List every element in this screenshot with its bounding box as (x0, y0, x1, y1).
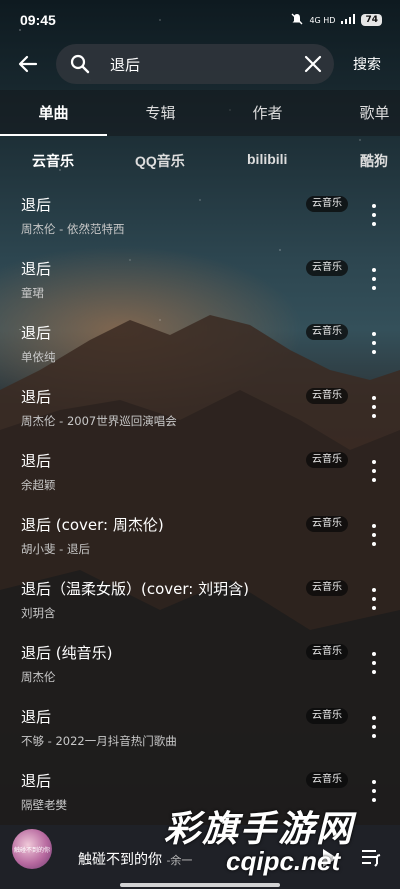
album-cover[interactable]: 触碰不到的你 (12, 829, 52, 869)
mini-player[interactable]: 触碰不到的你 触碰不到的你 -余一 (0, 825, 400, 889)
clear-icon[interactable] (304, 55, 322, 73)
now-playing-artist: -余一 (166, 854, 193, 867)
back-arrow-icon (18, 55, 38, 73)
source-badge: 云音乐 (306, 324, 348, 340)
source-badge: 云音乐 (306, 260, 348, 276)
home-indicator[interactable] (120, 883, 280, 887)
search-header: 退后 搜索 (0, 40, 400, 88)
more-options-icon[interactable] (362, 266, 386, 292)
status-time: 09:45 (20, 12, 56, 28)
more-options-icon[interactable] (362, 650, 386, 676)
song-row[interactable]: 退后 (cover: 周杰伦) 胡小斐 - 退后 云音乐 (0, 502, 400, 566)
song-row[interactable]: 退后余超颖 云音乐 (0, 438, 400, 502)
song-subtitle: 周杰伦 - 2007世界巡回演唱会 (21, 414, 177, 428)
more-options-icon[interactable] (362, 522, 386, 548)
tab-playlists[interactable]: 歌单 (321, 90, 400, 136)
source-selector: 云音乐 QQ音乐 bilibili 酷狗 (0, 140, 400, 178)
source-badge: 云音乐 (306, 580, 348, 596)
search-query[interactable]: 退后 (110, 54, 304, 75)
song-title: 退后（温柔女版）(cover: 刘玥含) (21, 580, 249, 598)
song-subtitle: 隔壁老樊 (21, 798, 67, 812)
song-subtitle: 余超颖 (21, 478, 56, 492)
song-title: 退后 (cover: 周杰伦) (21, 516, 164, 534)
network-label: 4G HD (309, 15, 336, 25)
status-icons: 4G HD 74 (291, 13, 382, 27)
mute-icon (291, 13, 303, 27)
tab-artists[interactable]: 作者 (214, 90, 321, 136)
source-badge: 云音乐 (306, 644, 348, 660)
result-tabs: 单曲 专辑 作者 歌单 (0, 90, 400, 136)
song-title: 退后 (21, 388, 52, 406)
song-subtitle: 周杰伦 - 依然范特西 (21, 222, 125, 236)
source-badge: 云音乐 (306, 196, 348, 212)
song-subtitle: 刘玥含 (21, 606, 56, 620)
source-netease[interactable]: 云音乐 (32, 151, 74, 171)
song-subtitle: 单依纯 (21, 350, 56, 364)
search-input[interactable]: 退后 (56, 44, 334, 84)
now-playing-song: 触碰不到的你 (78, 852, 162, 868)
source-qq[interactable]: QQ音乐 (135, 151, 185, 171)
song-row[interactable]: 退后隔壁老樊 云音乐 (0, 758, 400, 822)
source-badge: 云音乐 (306, 452, 348, 468)
play-icon[interactable] (318, 847, 340, 869)
song-row[interactable]: 退后 (纯音乐) 周杰伦 云音乐 (0, 630, 400, 694)
song-title: 退后 (纯音乐) (21, 644, 113, 662)
source-badge: 云音乐 (306, 708, 348, 724)
more-options-icon[interactable] (362, 202, 386, 228)
source-kugou[interactable]: 酷狗 (360, 151, 388, 171)
song-subtitle: 童珺 (21, 286, 44, 300)
source-badge: 云音乐 (306, 516, 348, 532)
tab-albums[interactable]: 专辑 (107, 90, 214, 136)
song-title: 退后 (21, 260, 52, 278)
more-options-icon[interactable] (362, 458, 386, 484)
song-row[interactable]: 退后单依纯 云音乐 (0, 310, 400, 374)
search-button[interactable]: 搜索 (334, 54, 400, 74)
song-row[interactable]: 退后童珺 云音乐 (0, 246, 400, 310)
song-title: 退后 (21, 708, 52, 726)
song-title: 退后 (21, 452, 52, 470)
song-row[interactable]: 退后（温柔女版）(cover: 刘玥含) 刘玥含 云音乐 (0, 566, 400, 630)
song-title: 退后 (21, 772, 52, 790)
song-subtitle: 不够 - 2022一月抖音热门歌曲 (21, 734, 177, 748)
source-badge: 云音乐 (306, 388, 348, 404)
song-row[interactable]: 退后周杰伦 - 依然范特西 云音乐 (0, 182, 400, 246)
status-bar: 09:45 4G HD 74 (0, 0, 400, 40)
more-options-icon[interactable] (362, 330, 386, 356)
source-bilibili[interactable]: bilibili (247, 151, 287, 167)
song-subtitle: 胡小斐 - 退后 (21, 542, 90, 556)
back-button[interactable] (0, 40, 56, 88)
playlist-icon[interactable] (360, 847, 382, 869)
song-title: 退后 (21, 324, 52, 342)
signal-icon (341, 14, 356, 26)
source-badge: 云音乐 (306, 772, 348, 788)
battery-indicator: 74 (361, 14, 382, 26)
tab-singles[interactable]: 单曲 (0, 90, 107, 136)
more-options-icon[interactable] (362, 778, 386, 804)
song-subtitle: 周杰伦 (21, 670, 56, 684)
song-list: 退后 周杰伦 - 依然范特西 云音乐 退后 童珺 云音乐 退后 单依纯 云音乐 退后 周杰伦 - 2… (0, 182, 400, 822)
song-row[interactable]: 退后周杰伦 - 2007世界巡回演唱会 云音乐 (0, 374, 400, 438)
song-title: 退后 (21, 196, 52, 214)
more-options-icon[interactable] (362, 394, 386, 420)
song-row[interactable]: 退后不够 - 2022一月抖音热门歌曲 云音乐 (0, 694, 400, 758)
more-options-icon[interactable] (362, 586, 386, 612)
more-options-icon[interactable] (362, 714, 386, 740)
now-playing-title: 触碰不到的你 -余一 (78, 849, 192, 869)
search-icon (70, 54, 90, 74)
